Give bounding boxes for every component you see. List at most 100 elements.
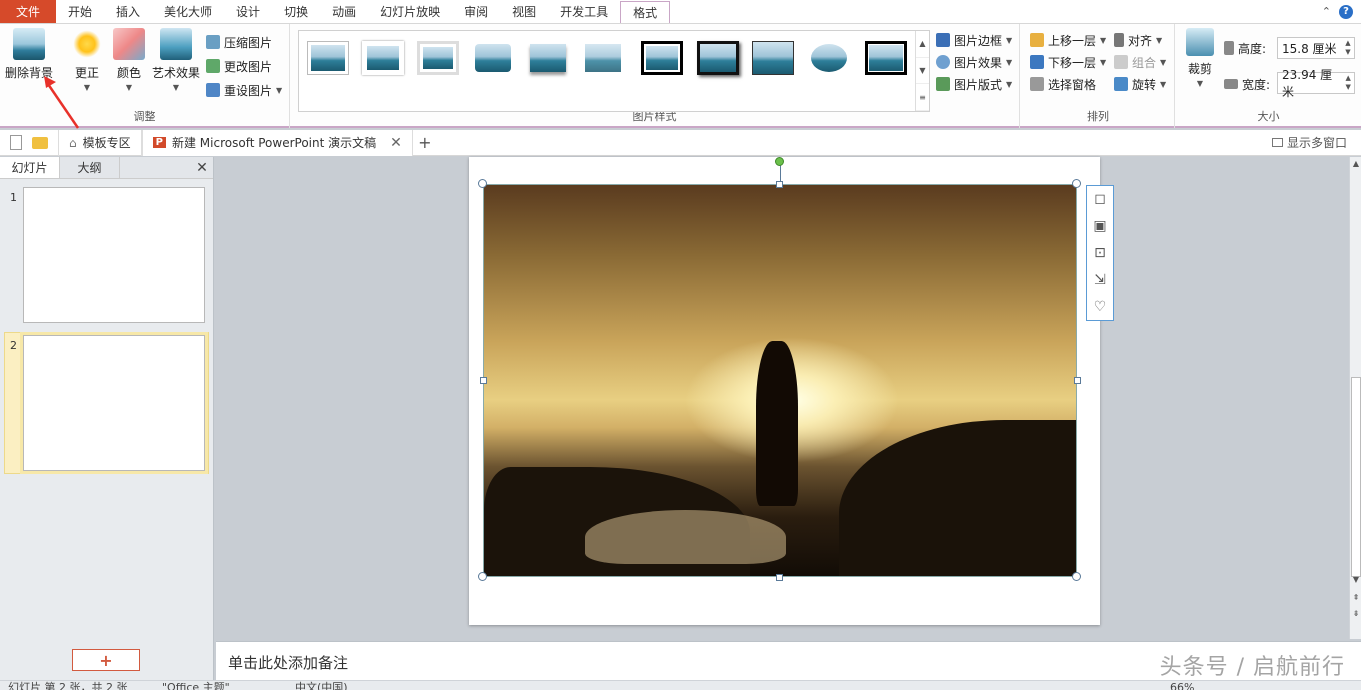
menu-format[interactable]: 格式 — [620, 1, 671, 23]
group-button[interactable]: 组合 ▼ — [1114, 52, 1166, 72]
menu-insert[interactable]: 插入 — [104, 0, 152, 23]
resize-icon[interactable]: ⇲ — [1091, 271, 1109, 289]
new-document-icon[interactable] — [10, 135, 22, 150]
add-tab-icon[interactable]: + — [413, 133, 437, 152]
menu-developer[interactable]: 开发工具 — [548, 0, 620, 23]
style-thumb[interactable] — [697, 41, 739, 75]
document-tab[interactable]: P 新建 Microsoft PowerPoint 演示文稿 ✕ — [141, 129, 413, 156]
resize-handle-right[interactable] — [1074, 377, 1081, 384]
chevron-down-icon: ▼ — [1006, 35, 1013, 45]
tab-outline[interactable]: 大纲 — [60, 157, 120, 178]
menu-review[interactable]: 审阅 — [452, 0, 500, 23]
chevron-down-icon[interactable]: ▼ — [916, 58, 929, 85]
panel-tabs: 幻灯片 大纲 ✕ — [0, 157, 213, 179]
height-input[interactable]: 15.8 厘米 ▲ ▼ — [1277, 37, 1355, 59]
help-icon[interactable]: ? — [1339, 4, 1353, 19]
style-thumb[interactable] — [752, 41, 794, 75]
menubar-right: ⌃ ? — [1322, 0, 1361, 23]
picture-icon[interactable]: ▣ — [1091, 217, 1109, 235]
style-thumb[interactable] — [362, 41, 404, 75]
rotate-handle[interactable] — [775, 157, 784, 166]
chevron-down-icon: ▼ — [1100, 35, 1107, 45]
open-folder-icon[interactable] — [32, 136, 48, 149]
chevron-up-icon[interactable]: ▲ — [916, 31, 929, 58]
selected-picture[interactable] — [483, 184, 1077, 577]
crop-picture-icon[interactable]: ⊡ — [1091, 244, 1109, 262]
picture-layout-button[interactable]: 图片版式 ▼ — [936, 74, 1012, 94]
vertical-scrollbar[interactable]: ▲ ▼ ⇞ ⇟ — [1349, 157, 1361, 639]
chevron-up-icon[interactable]: ▲ — [1350, 159, 1361, 168]
resize-handle-top-right[interactable] — [1072, 179, 1081, 188]
resize-handle-top-left[interactable] — [478, 179, 487, 188]
art-effects-icon — [160, 28, 192, 60]
menu-animations[interactable]: 动画 — [320, 0, 368, 23]
resize-handle-bottom-left[interactable] — [478, 572, 487, 581]
style-thumb[interactable] — [865, 41, 907, 75]
ribbon: 删除背景 更正 ▼ 颜色 ▼ 艺术效果 ▼ 压缩图片 更改图片 重设图片 ▼ 调… — [0, 24, 1361, 128]
width-spinner[interactable]: ▲ ▼ — [1342, 74, 1354, 92]
style-thumb[interactable] — [307, 41, 349, 75]
add-slide-button[interactable]: + — [72, 649, 140, 671]
tab-slides[interactable]: 幻灯片 — [0, 157, 60, 178]
resize-handle-bottom-right[interactable] — [1072, 572, 1081, 581]
file-menu[interactable]: 文件 — [0, 0, 56, 23]
gallery-more-icon[interactable]: ≡ — [916, 84, 929, 112]
rotate-button[interactable]: 旋转 ▼ — [1114, 74, 1166, 94]
picture-effects-button[interactable]: 图片效果 ▼ — [936, 52, 1012, 72]
width-input[interactable]: 23.94 厘米 ▲ ▼ — [1277, 68, 1355, 99]
resize-handle-bottom[interactable] — [776, 574, 783, 581]
height-label: 高度: — [1224, 38, 1266, 58]
art-effects-button[interactable]: 艺术效果 ▼ — [148, 28, 204, 92]
slide-thumbnail-2[interactable] — [20, 332, 208, 474]
height-spinner[interactable]: ▲ ▼ — [1342, 39, 1354, 57]
style-thumb[interactable] — [641, 41, 683, 75]
resize-handle-left[interactable] — [480, 377, 487, 384]
annotation-arrow-icon — [44, 76, 80, 129]
scrollbar-thumb[interactable] — [1351, 377, 1361, 577]
next-slide-icon[interactable]: ⇟ — [1350, 609, 1361, 618]
menu-transitions[interactable]: 切换 — [272, 0, 320, 23]
show-multi-window-button[interactable]: 显示多窗口 — [1271, 134, 1361, 151]
close-icon[interactable]: ✕ — [390, 135, 402, 151]
compress-picture-button[interactable]: 压缩图片 — [206, 32, 272, 52]
change-picture-icon — [206, 59, 220, 73]
send-backward-button[interactable]: 下移一层 ▼ — [1030, 52, 1106, 72]
style-thumb[interactable] — [472, 41, 514, 75]
collapse-ribbon-icon[interactable]: ⌃ — [1322, 5, 1331, 18]
chevron-down-icon: ▼ — [1196, 79, 1204, 88]
slide-number: 1 — [10, 191, 17, 204]
shape-icon[interactable]: ◻ — [1091, 190, 1109, 208]
crop-button[interactable]: 裁剪 ▼ — [1178, 28, 1222, 88]
language[interactable]: 中文(中国) — [295, 681, 348, 690]
slide-thumbnail-1[interactable] — [23, 187, 205, 323]
menu-slideshow[interactable]: 幻灯片放映 — [368, 0, 452, 23]
selection-pane-button[interactable]: 选择窗格 — [1030, 74, 1096, 94]
heart-icon[interactable]: ♡ — [1091, 298, 1109, 316]
chevron-down-icon[interactable]: ▼ — [1350, 575, 1361, 584]
slide-canvas[interactable]: ◻ ▣ ⊡ ⇲ ♡ — [469, 157, 1114, 625]
change-picture-button[interactable]: 更改图片 — [206, 56, 272, 76]
status-bar: 幻灯片 第 2 张，共 2 张 "Office 主题" 中文(中国) 66% — [0, 680, 1361, 690]
style-thumb[interactable] — [582, 41, 624, 75]
menu-bar: 文件 开始 插入 美化大师 设计 切换 动画 幻灯片放映 审阅 视图 开发工具 … — [0, 0, 1361, 24]
style-thumb[interactable] — [808, 41, 850, 75]
menu-home[interactable]: 开始 — [56, 0, 104, 23]
theme-name[interactable]: "Office 主题" — [162, 681, 230, 690]
picture-border-button[interactable]: 图片边框 ▼ — [936, 30, 1012, 50]
bring-forward-button[interactable]: 上移一层 ▼ — [1030, 30, 1106, 50]
style-thumb[interactable] — [527, 41, 569, 75]
slide-panel: 幻灯片 大纲 ✕ 1 2 + — [0, 157, 214, 680]
menu-design[interactable]: 设计 — [224, 0, 272, 23]
menu-view[interactable]: 视图 — [500, 0, 548, 23]
template-tab[interactable]: ⌂ 模板专区 — [58, 129, 142, 156]
bring-forward-icon — [1030, 33, 1044, 47]
resize-handle-top[interactable] — [776, 181, 783, 188]
close-icon[interactable]: ✕ — [191, 157, 213, 178]
style-thumb[interactable] — [417, 41, 459, 75]
zoom-level[interactable]: 66% — [1170, 681, 1194, 690]
previous-slide-icon[interactable]: ⇞ — [1350, 593, 1361, 602]
reset-picture-button[interactable]: 重设图片 ▼ — [206, 80, 282, 100]
align-button[interactable]: 对齐 ▼ — [1114, 30, 1162, 50]
menu-beautify[interactable]: 美化大师 — [152, 0, 224, 23]
gallery-scroll[interactable]: ▲ ▼ ≡ — [915, 31, 929, 112]
